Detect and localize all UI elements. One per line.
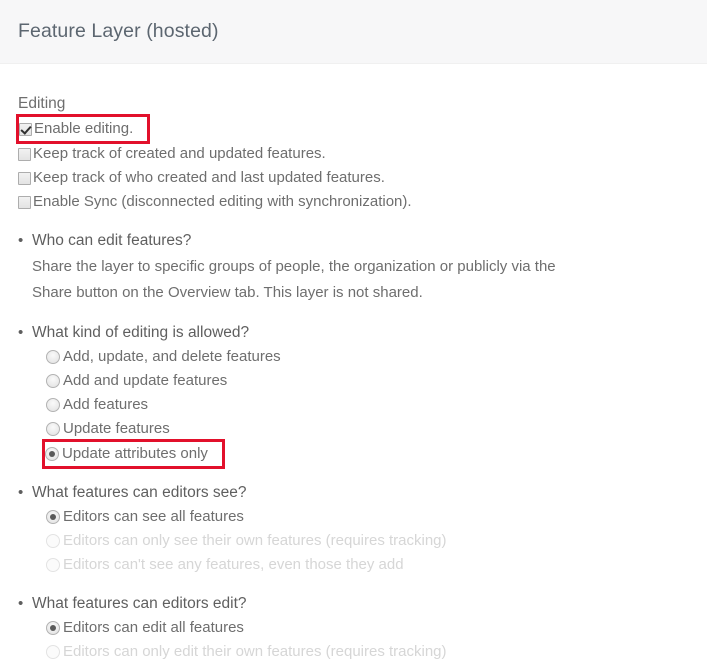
radio-row[interactable]: Editors can edit all features [46,616,244,640]
question-heading: • What features can editors see? [18,482,707,503]
radio-label: Update features [63,420,170,437]
radio-unselected-icon[interactable] [46,350,60,364]
radio-row[interactable]: Add and update features [46,369,227,393]
radio-label: Editors can only see their own features … [63,532,447,549]
radio-row[interactable]: Add, update, and delete features [46,345,281,369]
radio-row: Editors can only see their own features … [46,529,447,553]
radio-group-editors-see: Editors can see all features Editors can … [46,505,707,577]
checkbox-label: Enable editing. [34,120,134,137]
page-title: Feature Layer (hosted) [18,20,219,42]
question-title: What features can editors see? [32,484,247,501]
radio-row[interactable]: Update features [46,417,170,441]
question-heading: • What features can editors edit? [18,593,707,614]
radio-unselected-icon[interactable] [46,422,60,436]
radio-label: Add, update, and delete features [63,348,281,365]
question-title: What kind of editing is allowed? [32,324,250,341]
question-editors-edit: • What features can editors edit? Editor… [18,593,707,664]
question-title: What features can editors edit? [32,595,247,612]
question-title: Who can edit features? [32,232,192,249]
sharing-description: Share the layer to specific groups of pe… [32,254,672,306]
radio-label: Editors can see all features [63,508,244,525]
question-heading: • Who can edit features? [18,230,707,251]
question-editors-see: • What features can editors see? Editors… [18,482,707,577]
sharing-description-line-2: Share button on the Overview tab. This l… [32,284,423,301]
radio-label: Editors can edit all features [63,619,244,636]
radio-group-editing-kind: Add, update, and delete features Add and … [42,345,707,469]
radio-row[interactable]: Update attributes only [42,439,225,469]
radio-label: Add and update features [63,372,228,389]
bullet-icon: • [18,484,24,501]
panel-header: Feature Layer (hosted) [0,0,707,64]
radio-row: Editors can only edit their own features… [46,640,447,664]
radio-selected-icon[interactable] [46,621,60,635]
radio-group-editors-edit: Editors can edit all features Editors can… [46,616,707,664]
checkbox-unchecked-icon[interactable] [18,195,31,209]
radio-unselected-icon [46,534,60,548]
radio-row[interactable]: Add features [46,393,148,417]
checkbox-label: Enable Sync (disconnected editing with s… [33,193,412,210]
radio-label: Add features [63,396,149,413]
radio-label: Update attributes only [62,445,208,462]
checkbox-checked-icon[interactable] [19,122,32,136]
radio-selected-icon[interactable] [46,510,60,524]
radio-row: Editors can't see any features, even tho… [46,553,404,577]
checkbox-row[interactable]: Keep track of who created and last updat… [18,166,385,190]
radio-row[interactable]: Editors can see all features [46,505,244,529]
checkbox-row[interactable]: Keep track of created and updated featur… [18,142,326,166]
checkbox-label: Keep track of created and updated featur… [33,145,326,162]
checkbox-label: Keep track of who created and last updat… [33,169,385,186]
bullet-icon: • [18,232,24,249]
radio-unselected-icon [46,558,60,572]
radio-selected-icon[interactable] [45,447,59,461]
sharing-description-line-1: Share the layer to specific groups of pe… [32,258,556,275]
checkbox-row[interactable]: Enable editing. [15,114,151,144]
editing-section-label: Editing [18,95,66,112]
radio-label: Editors can't see any features, even tho… [63,556,404,573]
settings-body: Editing Enable editing. Keep track of cre… [0,95,707,664]
bullet-icon: • [18,595,24,612]
radio-unselected-icon [46,645,60,659]
checkbox-unchecked-icon[interactable] [18,171,31,185]
radio-unselected-icon[interactable] [46,398,60,412]
editing-checkbox-list: Enable editing. Keep track of created and… [15,114,707,214]
radio-unselected-icon[interactable] [46,374,60,388]
checkbox-unchecked-icon[interactable] [18,147,31,161]
question-editing-kind: • What kind of editing is allowed? Add, … [18,322,707,469]
bullet-icon: • [18,324,24,341]
radio-label: Editors can only edit their own features… [63,643,447,660]
question-heading: • What kind of editing is allowed? [18,322,707,343]
checkbox-row[interactable]: Enable Sync (disconnected editing with s… [18,190,412,214]
question-who-can-edit: • Who can edit features? Share the layer… [18,230,707,306]
